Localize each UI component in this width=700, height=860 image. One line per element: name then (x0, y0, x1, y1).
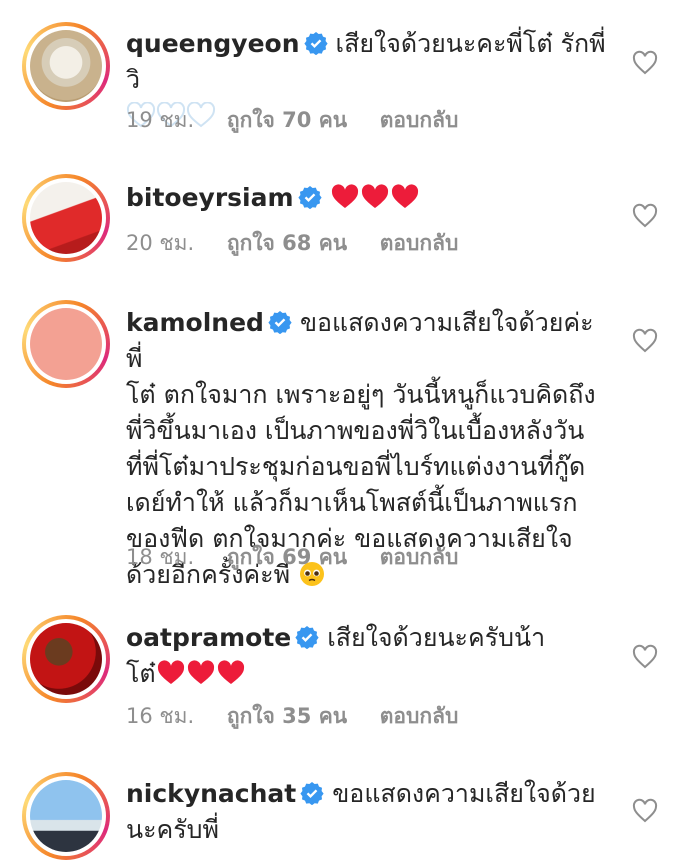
avatar-story-ring[interactable] (22, 300, 110, 388)
comment-text-line: โต๋ (126, 659, 156, 688)
comment-text-line: เดย์ทำให้ แล้วก็มาเห็นโพสต์นี้เป็นภาพแรก (126, 488, 578, 517)
reply-button[interactable]: ตอบกลับ (380, 704, 459, 728)
verified-badge-icon (300, 782, 324, 805)
reply-button[interactable]: ตอบกลับ (380, 231, 459, 255)
comment-username[interactable]: nickynachat (126, 779, 296, 808)
avatar (30, 30, 102, 102)
comment-time: 18 ชม. (126, 545, 195, 569)
reply-button[interactable]: ตอบกลับ (380, 108, 459, 132)
reply-button[interactable]: ตอบกลับ (380, 545, 459, 569)
like-heart-icon[interactable] (632, 50, 658, 76)
verified-badge-icon (303, 32, 328, 55)
comment-likes[interactable]: ถูกใจ 35 คน (227, 704, 347, 728)
comment-text-line: พี่วิขึ้นมาเอง เป็นภาพของพี่วิในเบื้องหล… (126, 416, 585, 445)
like-heart-icon[interactable] (632, 203, 658, 229)
avatar (30, 623, 102, 695)
red-heart-emoji-icon (156, 659, 246, 688)
comment-time: 16 ชม. (126, 704, 195, 728)
avatar (30, 780, 102, 852)
comment-username[interactable]: oatpramote (126, 623, 291, 652)
comment-text-line: ขอแสดงความเสียใจด้วย (332, 779, 596, 808)
comment-item: bitoeyrsiam 20 ชม. ถูกใจ 68 คน ตอบกลับ (0, 160, 700, 295)
avatar-story-ring[interactable] (22, 174, 110, 262)
comment-username[interactable]: queengyeon (126, 29, 300, 58)
like-heart-icon[interactable] (632, 798, 658, 824)
avatar-story-ring[interactable] (22, 772, 110, 860)
comment-likes[interactable]: ถูกใจ 70 คน (227, 108, 347, 132)
comment-username[interactable]: kamolned (126, 308, 264, 337)
comment-time: 20 ชม. (126, 231, 195, 255)
comment-item: nickynachat ขอแสดงความเสียใจด้วย นะครับพี… (0, 760, 700, 860)
comment-text-line: โต๋ ตกใจมาก เพราะอยู่ๆ วันนี้หนูก็แวบคิด… (126, 380, 596, 409)
like-heart-icon[interactable] (632, 644, 658, 670)
comment-text-line: นะครับพี่ (126, 815, 220, 844)
like-heart-icon[interactable] (632, 328, 658, 354)
avatar-story-ring[interactable] (22, 22, 110, 110)
avatar (30, 182, 102, 254)
comment-text-line: ที่พี่โต๋มาประชุมก่อนขอพี่ไบร์ทแต่งงานที… (126, 452, 586, 481)
comment-likes[interactable]: ถูกใจ 68 คน (227, 231, 347, 255)
comment-item: kamolned ขอแสดงความเสียใจด้วยค่ะพี่ โต๋ ต… (0, 295, 700, 600)
comment-username[interactable]: bitoeyrsiam (126, 183, 294, 212)
comment-text-line: เสียใจด้วยนะครับน้า (327, 623, 546, 652)
avatar-story-ring[interactable] (22, 615, 110, 703)
comment-item: queengyeon เสียใจด้วยนะคะพี่โต๋ รักพี่วิ … (0, 0, 700, 160)
comment-time: 19 ชม. (126, 108, 195, 132)
verified-badge-icon (295, 626, 319, 649)
avatar (30, 308, 102, 380)
comment-item: oatpramote เสียใจด้วยนะครับน้า โต๋ 16 ชม.… (0, 600, 700, 760)
verified-badge-icon (268, 311, 292, 334)
verified-badge-icon (297, 186, 322, 209)
red-heart-emoji-icon (330, 183, 420, 212)
comment-likes[interactable]: ถูกใจ 69 คน (227, 545, 347, 569)
